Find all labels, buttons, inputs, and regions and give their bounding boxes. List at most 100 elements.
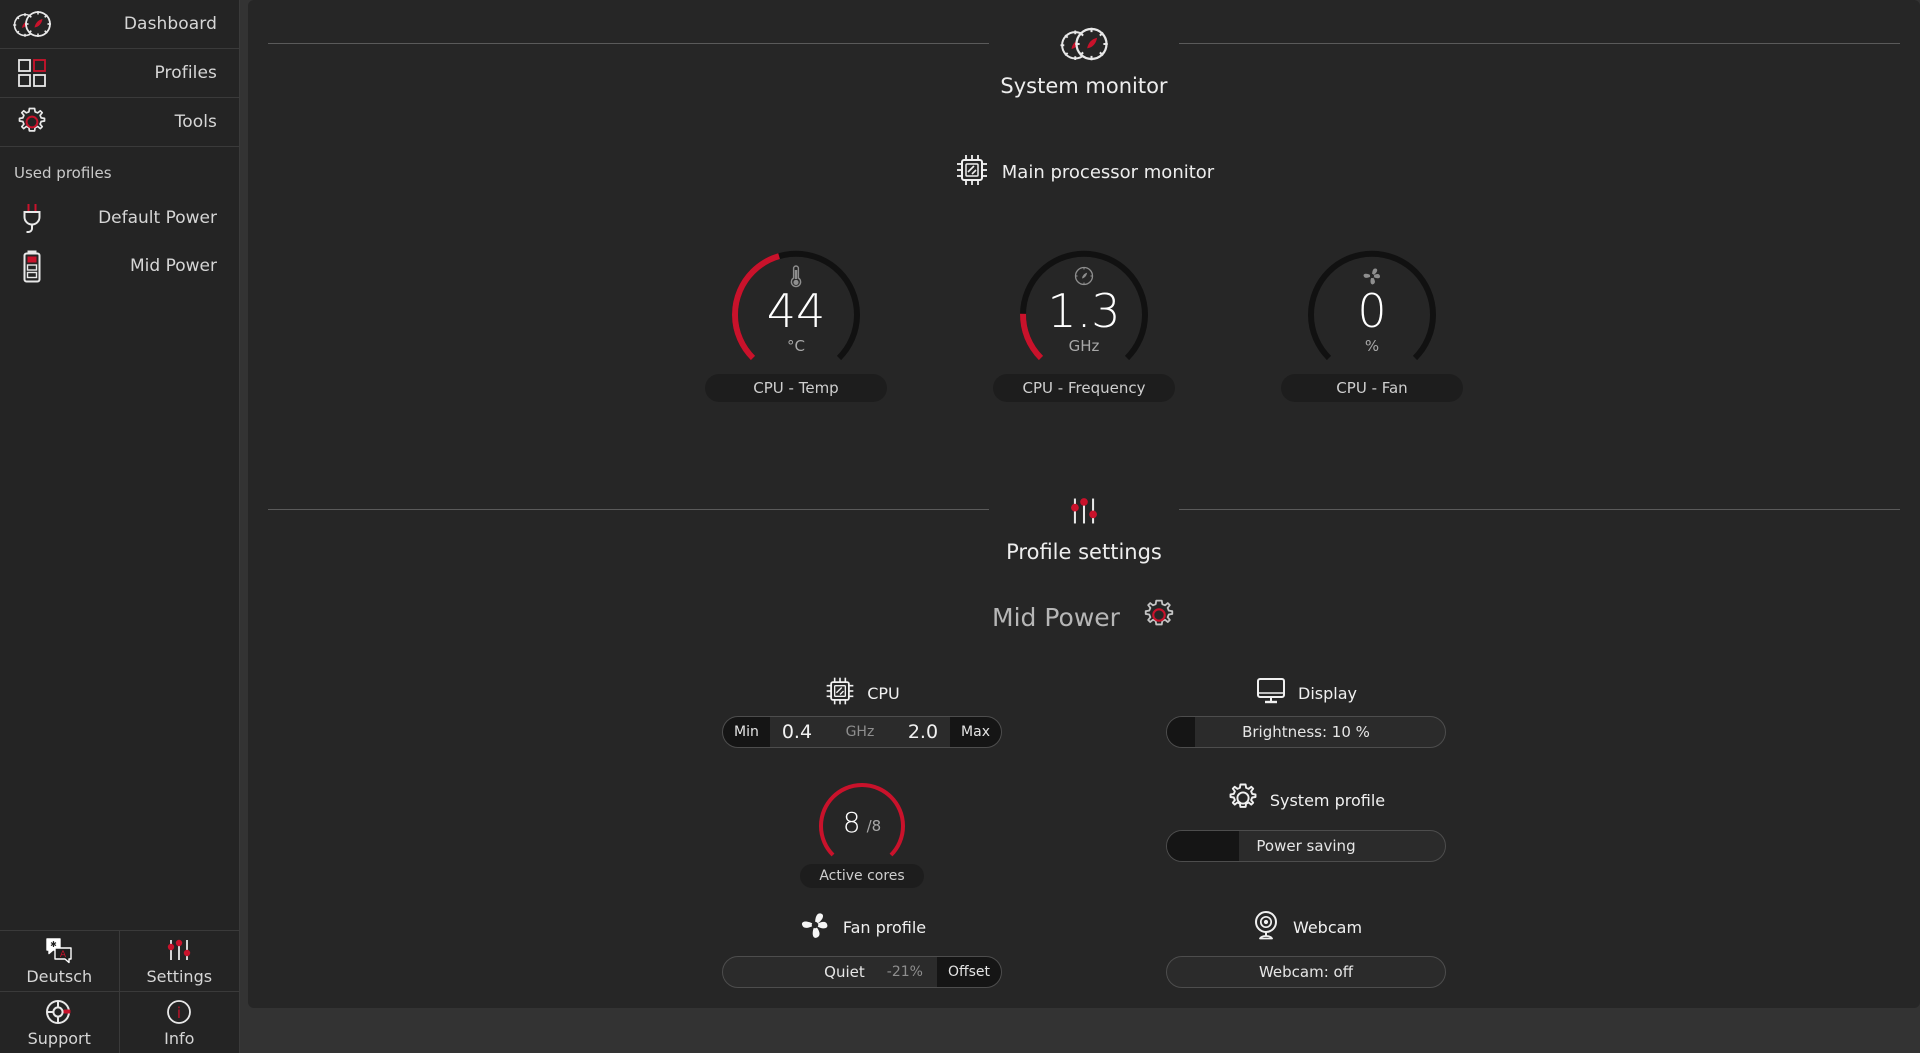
header-rule-right	[1179, 42, 1900, 44]
sidebar: Dashboard Profiles Tools Used profiles D…	[0, 0, 240, 1053]
sidebar-item-profiles[interactable]: Profiles	[0, 49, 239, 98]
subsection-label: Main processor monitor	[1001, 161, 1215, 183]
settings-button[interactable]: Settings	[119, 931, 239, 992]
webcam-value: Webcam: off	[1258, 963, 1354, 981]
main-processor-monitor-subhead: Main processor monitor	[248, 152, 1920, 192]
fan-profile-control[interactable]: Quiet -21% Offset	[722, 956, 1002, 988]
system-monitor-header: System monitor	[248, 18, 1920, 98]
header-rule-left	[268, 42, 989, 44]
sidebar-profile-default-power[interactable]: Default Power	[0, 194, 239, 242]
cpu-range-values: 0.4 GHz 2.0	[770, 717, 950, 747]
sidebar-item-dashboard[interactable]: Dashboard	[0, 0, 239, 49]
grid-squares-icon	[10, 56, 54, 90]
profile-settings-header: Profile settings	[248, 484, 1920, 564]
sidebar-profile-label: Mid Power	[130, 256, 217, 276]
setting-webcam: Webcam Webcam: off	[1136, 898, 1476, 1008]
gauge-cpu-fan: 0 % CPU - Fan	[1272, 236, 1472, 402]
gauge-value: 44	[766, 284, 826, 338]
setting-label: Display	[1298, 683, 1357, 703]
cpu-chip-icon	[954, 152, 990, 192]
system-profile-value: Power saving	[1256, 837, 1356, 855]
setting-system-profile: System profile Power saving	[1136, 770, 1476, 898]
setting-header: System profile	[1227, 770, 1385, 830]
gauge-unit: %	[1364, 337, 1380, 355]
active-cores-value: 8	[842, 805, 861, 839]
cpu-max-label[interactable]: Max	[950, 717, 1001, 747]
setting-active-cores: 8 /8 Active cores	[692, 770, 1032, 898]
cpu-chip-icon	[824, 675, 856, 711]
svg-text:i: i	[177, 1004, 181, 1022]
sidebar-profile-label: Default Power	[98, 208, 217, 228]
profile-name: Mid Power	[992, 602, 1120, 632]
gauge-inner: 8 /8	[812, 772, 912, 872]
active-cores-total: /8	[866, 817, 882, 835]
app-window: Dashboard Profiles Tools Used profiles D…	[0, 0, 1920, 1053]
info-button[interactable]: i Info	[120, 992, 240, 1053]
dashboard-gauges-icon	[10, 7, 54, 41]
setting-header: Fan profile	[798, 898, 926, 956]
setting-header: Display	[1255, 670, 1357, 716]
setting-display: Display Brightness: 10 %	[1136, 670, 1476, 770]
svg-text:A: A	[60, 950, 67, 960]
setting-label: Webcam	[1292, 917, 1363, 937]
content-panel: System monitor Main processor monitor 44…	[248, 0, 1920, 1008]
setting-fan-profile: Fan profile Quiet -21% Offset	[692, 898, 1032, 1008]
sidebar-item-label: Dashboard	[123, 14, 217, 34]
gauge-inner: 1.3 GHz	[1010, 236, 1158, 384]
system-profile-selector[interactable]: Power saving	[1166, 830, 1446, 862]
fan-control-spacer	[723, 957, 824, 987]
sidebar-item-label: Tools	[174, 112, 217, 132]
setting-label: System profile	[1269, 790, 1386, 810]
info-label: Info	[164, 1028, 195, 1048]
gauge-cpu-temp: 44 °C CPU - Temp	[696, 236, 896, 402]
dashboard-gauges-icon	[1059, 18, 1109, 62]
sidebar-bottom-actions: ✱ A Deutsch Settings Support i Info	[0, 930, 239, 1053]
power-plug-icon	[10, 201, 54, 235]
gauge-ring: 0 %	[1298, 236, 1446, 384]
brightness-value: Brightness: 10 %	[1242, 723, 1370, 741]
support-button[interactable]: Support	[0, 992, 120, 1053]
header-rule-right	[1179, 508, 1900, 510]
gauge-unit: GHz	[1068, 337, 1100, 355]
profile-settings-grid: CPU Min 0.4 GHz 2.0 Max Display Brightne…	[248, 670, 1920, 1008]
cpu-min-label[interactable]: Min	[723, 717, 770, 747]
used-profiles-caption: Used profiles	[14, 164, 112, 182]
setting-header: CPU	[824, 670, 900, 716]
gauge-value: 0	[1357, 284, 1387, 338]
monitor-icon	[1255, 677, 1287, 709]
sliders-icon	[1067, 484, 1101, 528]
gauge-unit: °C	[787, 337, 805, 355]
fan-offset-value: -21%	[886, 964, 923, 980]
webcam-icon	[1250, 909, 1282, 945]
active-cores-gauge: 8 /8 Active cores	[762, 772, 962, 888]
current-profile-header: Mid Power	[248, 598, 1920, 636]
setting-label: CPU	[867, 683, 900, 703]
gauge-ring: 44 °C	[722, 236, 870, 384]
sidebar-item-label: Profiles	[154, 63, 217, 83]
active-cores-label: Active cores	[800, 864, 924, 888]
gear-icon	[10, 105, 54, 139]
webcam-toggle[interactable]: Webcam: off	[1166, 956, 1446, 988]
gear-icon	[1227, 782, 1259, 818]
fan-profile-value: Quiet	[824, 963, 865, 981]
cpu-max-value: 2.0	[907, 721, 939, 743]
sidebar-profile-mid-power[interactable]: Mid Power	[0, 242, 239, 290]
gauge-label: CPU - Frequency	[993, 374, 1175, 402]
gauge-inner: 0 %	[1298, 236, 1446, 384]
gauge-label: CPU - Fan	[1281, 374, 1463, 402]
header-rule-left	[268, 508, 989, 510]
gauge-inner: 44 °C	[722, 236, 870, 384]
fan-offset-label[interactable]: Offset	[936, 957, 1001, 987]
cpu-unit: GHz	[845, 724, 875, 740]
gear-icon[interactable]	[1142, 598, 1176, 636]
language-button[interactable]: ✱ A Deutsch	[0, 931, 120, 992]
sidebar-item-tools[interactable]: Tools	[0, 98, 239, 147]
section-title: Profile settings	[1006, 540, 1162, 564]
brightness-slider[interactable]: Brightness: 10 %	[1166, 716, 1446, 748]
cpu-frequency-range-control[interactable]: Min 0.4 GHz 2.0 Max	[722, 716, 1002, 748]
cpu-gauges-row: 44 °C CPU - Temp 1.3 GHz CPU - Frequency…	[248, 236, 1920, 402]
header-center: Profile settings	[989, 484, 1179, 564]
cpu-min-value: 0.4	[781, 721, 813, 743]
support-label: Support	[27, 1028, 91, 1048]
gauge-value: 1.3	[1047, 284, 1121, 338]
